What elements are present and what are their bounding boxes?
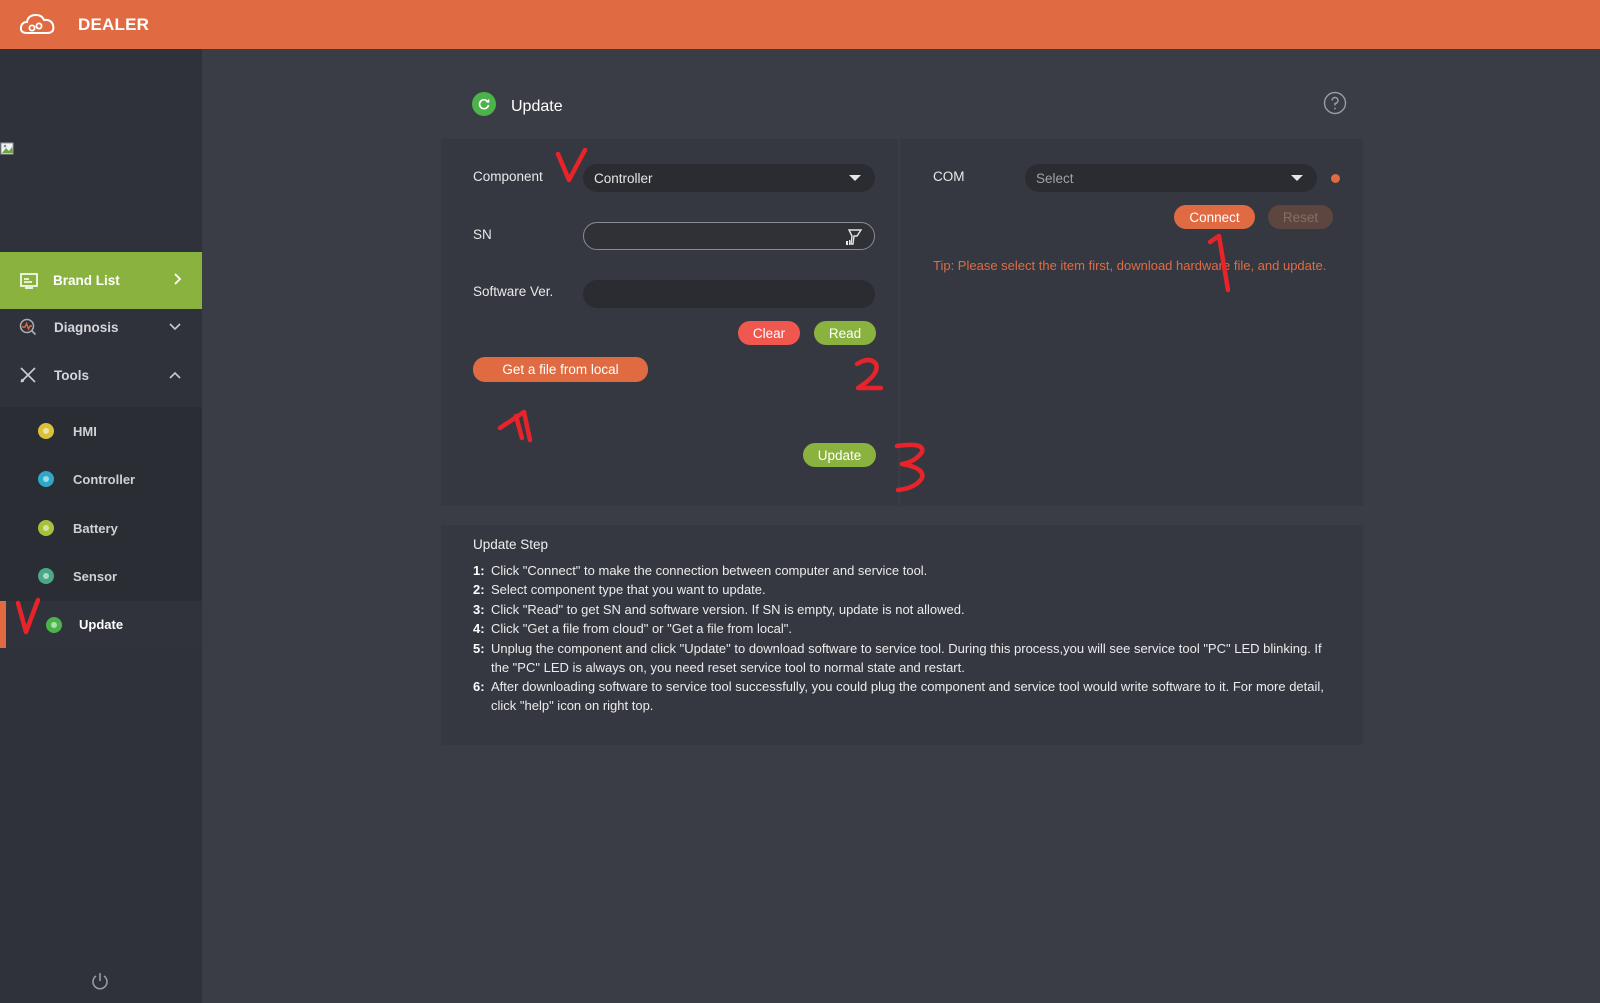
sidebar-subitem-label: Battery: [73, 520, 118, 536]
caret-down-icon: [849, 175, 861, 181]
active-indicator: [0, 601, 6, 648]
page-title: Update: [511, 98, 563, 115]
sidebar-subitem-sensor[interactable]: Sensor: [0, 554, 202, 598]
software-version-field: [583, 280, 875, 308]
step-item: 3: Click "Read" to get SN and software v…: [473, 600, 1333, 619]
sidebar-subitem-battery[interactable]: Battery: [0, 506, 202, 550]
help-icon[interactable]: [1323, 91, 1347, 115]
controller-icon: [38, 471, 54, 487]
sidebar-subitem-label: Sensor: [73, 568, 118, 584]
sidebar-subitem-hmi[interactable]: HMI: [0, 409, 202, 453]
barcode-scanner-icon[interactable]: [845, 227, 865, 247]
step-number: 4:: [473, 621, 485, 636]
sidebar-item-label: Diagnosis: [54, 319, 119, 335]
sn-input[interactable]: [583, 222, 875, 250]
sidebar-subitem-label: Controller: [73, 471, 136, 487]
step-item: 2: Select component type that you want t…: [473, 580, 1333, 599]
step-text: After downloading software to service to…: [491, 679, 1324, 714]
step-number: 2:: [473, 582, 485, 597]
chevron-right-icon: [172, 272, 182, 289]
read-button[interactable]: Read: [814, 321, 876, 345]
sidebar: Brand List Diagnosis Tools HMI Controlle…: [0, 49, 202, 1003]
battery-icon: [38, 520, 54, 536]
connection-status-dot: [1331, 174, 1340, 183]
broken-image-icon: [0, 141, 16, 157]
com-port-placeholder: Select: [1036, 170, 1074, 186]
sidebar-item-tools[interactable]: Tools: [0, 353, 202, 397]
clear-button[interactable]: Clear: [738, 321, 800, 345]
sensor-icon: [38, 568, 54, 584]
step-number: 6:: [473, 679, 485, 694]
diagnosis-icon: [19, 318, 37, 336]
sidebar-subitem-label: HMI: [73, 423, 97, 439]
caret-down-icon: [1291, 175, 1303, 181]
update-steps-panel: Update Step 1: Click "Connect" to make t…: [441, 525, 1363, 745]
sidebar-subitem-update[interactable]: Update: [0, 601, 202, 648]
monitor-icon: [20, 272, 38, 289]
step-text: Click "Connect" to make the connection b…: [491, 563, 928, 578]
component-select-value: Controller: [594, 170, 653, 186]
sn-label: SN: [473, 227, 492, 242]
panel-divider: [898, 139, 900, 506]
chevron-down-icon: [168, 320, 182, 335]
cloud-logo-icon: [18, 11, 58, 39]
step-text: Click "Get a file from cloud" or "Get a …: [491, 621, 792, 636]
app-title: DEALER: [78, 14, 150, 34]
update-button[interactable]: Update: [803, 443, 876, 467]
step-text: Unplug the component and click "Update" …: [491, 641, 1322, 676]
sidebar-subitem-label: Update: [79, 617, 124, 632]
update-panel: Component Controller SN Software Ver. Cl…: [441, 139, 1363, 506]
step-number: 5:: [473, 641, 485, 656]
sidebar-subitem-controller[interactable]: Controller: [0, 457, 202, 501]
reset-button[interactable]: Reset: [1268, 205, 1333, 229]
step-item: 4: Click "Get a file from cloud" or "Get…: [473, 619, 1333, 638]
step-number: 3:: [473, 602, 485, 617]
chevron-up-icon: [168, 368, 182, 383]
refresh-icon: [472, 92, 496, 116]
component-label: Component: [473, 169, 543, 184]
sidebar-item-label: Brand List: [53, 273, 120, 288]
update-icon: [46, 616, 62, 633]
sidebar-item-brand-list[interactable]: Brand List: [0, 252, 202, 309]
software-version-label: Software Ver.: [473, 284, 554, 299]
step-item: 5: Unplug the component and click "Updat…: [473, 639, 1333, 678]
steps-title: Update Step: [473, 537, 549, 552]
step-text: Select component type that you want to u…: [491, 582, 766, 597]
com-port-select[interactable]: Select: [1025, 164, 1317, 192]
step-item: 6: After downloading software to service…: [473, 677, 1333, 716]
sidebar-item-diagnosis[interactable]: Diagnosis: [0, 305, 202, 349]
step-item: 1: Click "Connect" to make the connectio…: [473, 561, 1333, 580]
step-number: 1:: [473, 563, 485, 578]
connect-button[interactable]: Connect: [1174, 205, 1255, 229]
tools-icon: [19, 366, 37, 384]
component-select[interactable]: Controller: [583, 164, 875, 192]
hmi-icon: [38, 423, 54, 439]
step-text: Click "Read" to get SN and software vers…: [491, 602, 965, 617]
tip-text: Tip: Please select the item first, downl…: [933, 258, 1327, 273]
tools-submenu: HMI Controller Battery Sensor Update: [0, 407, 202, 648]
get-file-from-local-button[interactable]: Get a file from local: [473, 357, 648, 382]
sidebar-item-label: Tools: [54, 367, 89, 383]
top-bar: DEALER: [0, 0, 1600, 49]
page-header: Update: [472, 92, 563, 116]
power-icon[interactable]: [90, 971, 110, 991]
com-label: COM: [933, 169, 965, 184]
